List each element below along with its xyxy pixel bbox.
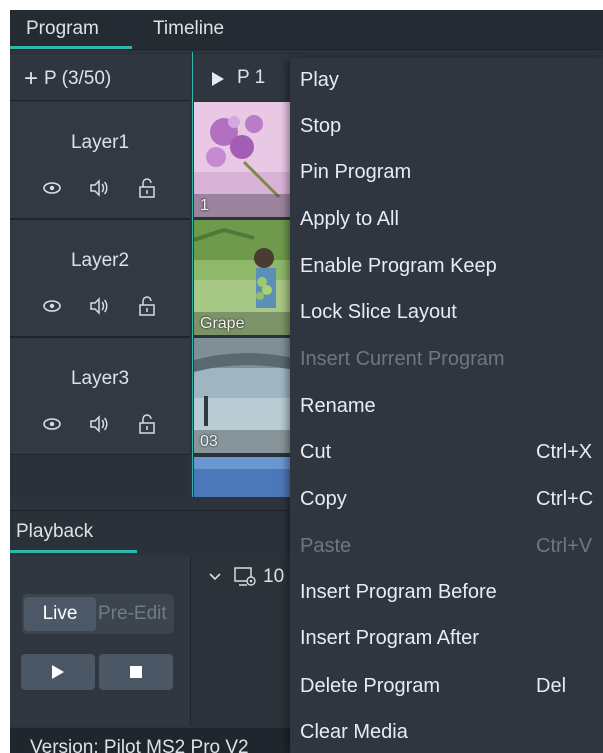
- playback-controls-panel: Live Pre-Edit: [10, 556, 190, 726]
- stop-icon: [130, 666, 142, 678]
- speaker-icon[interactable]: [87, 177, 111, 199]
- layer-row-1[interactable]: Layer1: [10, 102, 190, 220]
- program-count-label: P (3/50): [44, 68, 112, 89]
- editor-window: Program Timeline + P (3/50) Layer1 Layer2…: [10, 10, 603, 753]
- slice-caption: 03: [200, 433, 218, 450]
- slice-caption: Grape: [200, 315, 245, 332]
- speaker-icon[interactable]: [87, 413, 111, 435]
- unlock-icon[interactable]: [135, 413, 159, 435]
- play-icon: [52, 665, 64, 679]
- top-tab-bar: Program Timeline: [10, 10, 603, 50]
- shortcut-label: Ctrl+C: [536, 488, 594, 510]
- menu-item-rename[interactable]: Rename: [300, 384, 603, 428]
- tab-program[interactable]: Program: [26, 18, 99, 40]
- empty-layer-row: [10, 455, 190, 497]
- visibility-eye-icon[interactable]: [40, 177, 64, 199]
- program-name: P 1: [237, 67, 266, 88]
- play-button[interactable]: [21, 654, 95, 690]
- mode-toggle[interactable]: Live Pre-Edit: [22, 594, 174, 634]
- shortcut-label: Ctrl+V: [536, 535, 593, 557]
- menu-item-copy[interactable]: Copy Ctrl+C: [300, 477, 603, 521]
- output-label: 10: [263, 566, 285, 587]
- plus-icon: +: [24, 65, 39, 92]
- layer-row-3[interactable]: Layer3: [10, 338, 190, 456]
- context-menu: Play Stop Pin Program Apply to All Enabl…: [290, 58, 603, 753]
- slice-thumbnail-1[interactable]: 1: [194, 102, 302, 217]
- menu-item-label: Lock Slice Layout: [300, 301, 457, 323]
- slice-caption: 1: [200, 197, 209, 214]
- menu-item-label: Enable Program Keep: [300, 255, 497, 277]
- menu-item-label: Paste: [300, 535, 352, 557]
- menu-item-label: Stop: [300, 115, 342, 137]
- slice-thumbnail-3[interactable]: 03: [194, 338, 302, 453]
- menu-item-enable-program-keep[interactable]: Enable Program Keep: [300, 244, 603, 288]
- menu-item-insert-program-after[interactable]: Insert Program After: [300, 616, 603, 660]
- menu-item-label: Pin Program: [300, 161, 412, 183]
- menu-item-label: Cut: [300, 441, 332, 463]
- menu-item-insert-current-program: Insert Current Program: [300, 337, 603, 381]
- menu-item-label: Clear Media: [300, 721, 408, 743]
- menu-item-label: Delete Program: [300, 675, 441, 697]
- tab-timeline[interactable]: Timeline: [153, 18, 224, 40]
- sky-image: [194, 457, 302, 497]
- menu-item-cut[interactable]: Cut Ctrl+X: [300, 430, 603, 474]
- program-column[interactable]: P 1 1 Grape 03: [192, 52, 303, 497]
- menu-item-label: Apply to All: [300, 208, 399, 230]
- screen-settings-icon[interactable]: [233, 566, 257, 588]
- layer-name: Layer3: [70, 368, 130, 389]
- active-tab-indicator: [10, 46, 132, 49]
- program-header[interactable]: P 1: [193, 55, 303, 101]
- menu-item-label: Insert Program After: [300, 627, 479, 649]
- chevron-down-icon[interactable]: [209, 572, 221, 582]
- slice-thumbnail-2[interactable]: Grape: [194, 220, 302, 335]
- shortcut-label: Ctrl+X: [536, 441, 593, 463]
- version-text: Version: Pilot MS2 Pro V2: [30, 737, 249, 753]
- unlock-icon[interactable]: [135, 295, 159, 317]
- active-tab-indicator: [10, 550, 137, 553]
- play-icon: [212, 72, 224, 86]
- stop-button[interactable]: [99, 654, 173, 690]
- menu-item-insert-program-before[interactable]: Insert Program Before: [300, 570, 603, 614]
- tab-playback[interactable]: Playback: [16, 521, 93, 543]
- layer-row-2[interactable]: Layer2: [10, 220, 190, 338]
- menu-item-apply-to-all[interactable]: Apply to All: [300, 197, 603, 241]
- unlock-icon[interactable]: [135, 177, 159, 199]
- live-mode-button[interactable]: Live: [24, 597, 96, 631]
- menu-item-label: Rename: [300, 395, 376, 417]
- speaker-icon[interactable]: [87, 295, 111, 317]
- menu-item-label: Insert Program Before: [300, 581, 497, 603]
- menu-item-paste: Paste Ctrl+V: [300, 524, 603, 568]
- add-program-button[interactable]: + P (3/50): [10, 55, 190, 101]
- menu-item-label: Insert Current Program: [300, 348, 505, 370]
- slice-thumbnail-4[interactable]: [194, 457, 302, 497]
- menu-item-label: Copy: [300, 488, 347, 510]
- lilac-image: [194, 102, 302, 217]
- menu-item-delete-program[interactable]: Delete Program Del: [300, 664, 603, 708]
- menu-item-stop[interactable]: Stop: [300, 104, 603, 148]
- menu-item-pin-program[interactable]: Pin Program: [300, 150, 603, 194]
- menu-item-clear-media[interactable]: Clear Media: [300, 710, 603, 753]
- visibility-eye-icon[interactable]: [40, 295, 64, 317]
- visibility-eye-icon[interactable]: [40, 413, 64, 435]
- menu-item-label: Play: [300, 69, 339, 91]
- layer-name: Layer2: [70, 250, 130, 271]
- layer-name: Layer1: [70, 132, 130, 153]
- shortcut-label: Del: [536, 675, 567, 697]
- menu-item-play[interactable]: Play: [300, 58, 603, 102]
- menu-item-lock-slice-layout[interactable]: Lock Slice Layout: [300, 290, 603, 334]
- pre-edit-mode-button[interactable]: Pre-Edit: [98, 597, 174, 631]
